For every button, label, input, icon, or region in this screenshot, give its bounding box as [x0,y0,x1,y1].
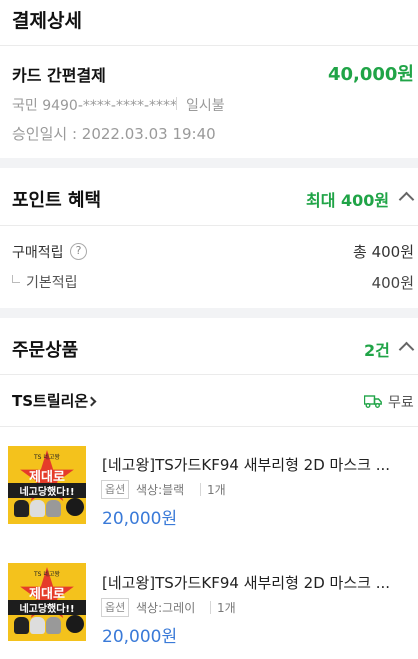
seller-name: TS트릴리온 [12,392,89,410]
product-thumbnail[interactable]: TS 네고왕 제대로 네고당했다!! [8,563,86,641]
thumbnail-brand: TS 네고왕 [34,454,60,461]
points-max: 최대 400원 [306,191,390,210]
order-item[interactable]: TS 네고왕 제대로 네고당했다!! [네고왕]TS가드KF94 새부리형 2D… [0,430,418,535]
payment-amount: 40,000원 [327,64,414,85]
purchase-points-total: 총 400원 [353,243,414,261]
product-name[interactable]: [네고왕]TS가드KF94 새부리형 2D 마스크 ... [102,454,414,475]
badge-disc-shape [66,615,84,633]
order-divider [0,374,418,375]
help-icon[interactable]: ? [70,243,87,260]
truck-icon [364,395,382,408]
points-divider [0,225,418,226]
product-option: 색상:블랙 [136,483,185,497]
mask-gray-shape [46,500,61,517]
badge-disc-shape [66,498,84,516]
option-separator [210,601,211,614]
thumbnail-subline: 네고당했다!! [8,483,86,498]
shipping-fee: 무료 [388,395,414,411]
product-name[interactable]: [네고왕]TS가드KF94 새부리형 2D 마스크 ... [102,572,414,593]
thumbnail-brand: TS 네고왕 [34,571,60,578]
product-quantity: 1개 [217,601,236,615]
points-section: 포인트 혜택 최대 400원 구매적립 ? 총 400원 기본적립 400원 [0,168,418,308]
option-separator [200,483,201,496]
payment-method-label: 카드 간편결제 [12,66,106,85]
thumbnail-subline: 네고당했다!! [8,600,86,615]
purchase-points-label: 구매적립 [12,245,64,261]
payment-title: 결제상세 [12,10,82,32]
mask-white-shape [30,500,45,517]
product-price: 20,000원 [102,627,178,647]
installment-type: 일시불 [186,98,225,114]
product-option: 색상:그레이 [136,601,196,615]
mask-gray-shape [46,617,61,634]
payment-divider [0,45,418,46]
card-info-separator [176,97,177,110]
option-tag: 옵션 [101,480,130,499]
mask-black-shape [14,617,29,634]
order-count: 2건 [364,341,390,360]
order-section: 주문상품 2건 TS트릴리온 무료 TS 네고왕 제대로 네고당했다!! [네고… [0,318,418,659]
order-collapse-icon[interactable] [398,341,415,358]
basic-points-label: 기본적립 [26,275,78,291]
product-thumbnail[interactable]: TS 네고왕 제대로 네고당했다!! [8,446,86,524]
card-info: 국민 9490-****-****-**** [12,98,177,114]
seller-divider [0,426,418,427]
approved-datetime: 승인일시 : 2022.03.03 19:40 [12,125,216,143]
sub-item-elbow-icon [12,275,20,283]
product-quantity: 1개 [207,483,226,497]
mask-white-shape [30,617,45,634]
points-collapse-icon[interactable] [398,191,415,208]
basic-points-value: 400원 [371,274,414,292]
order-title: 주문상품 [12,340,79,361]
option-tag: 옵션 [101,598,130,617]
product-price: 20,000원 [102,509,178,529]
order-item[interactable]: TS 네고왕 제대로 네고당했다!! [네고왕]TS가드KF94 새부리형 2D… [0,548,418,653]
mask-black-shape [14,500,29,517]
points-title: 포인트 혜택 [12,190,102,211]
payment-section: 결제상세 카드 간편결제 40,000원 국민 9490-****-****-*… [0,0,418,158]
